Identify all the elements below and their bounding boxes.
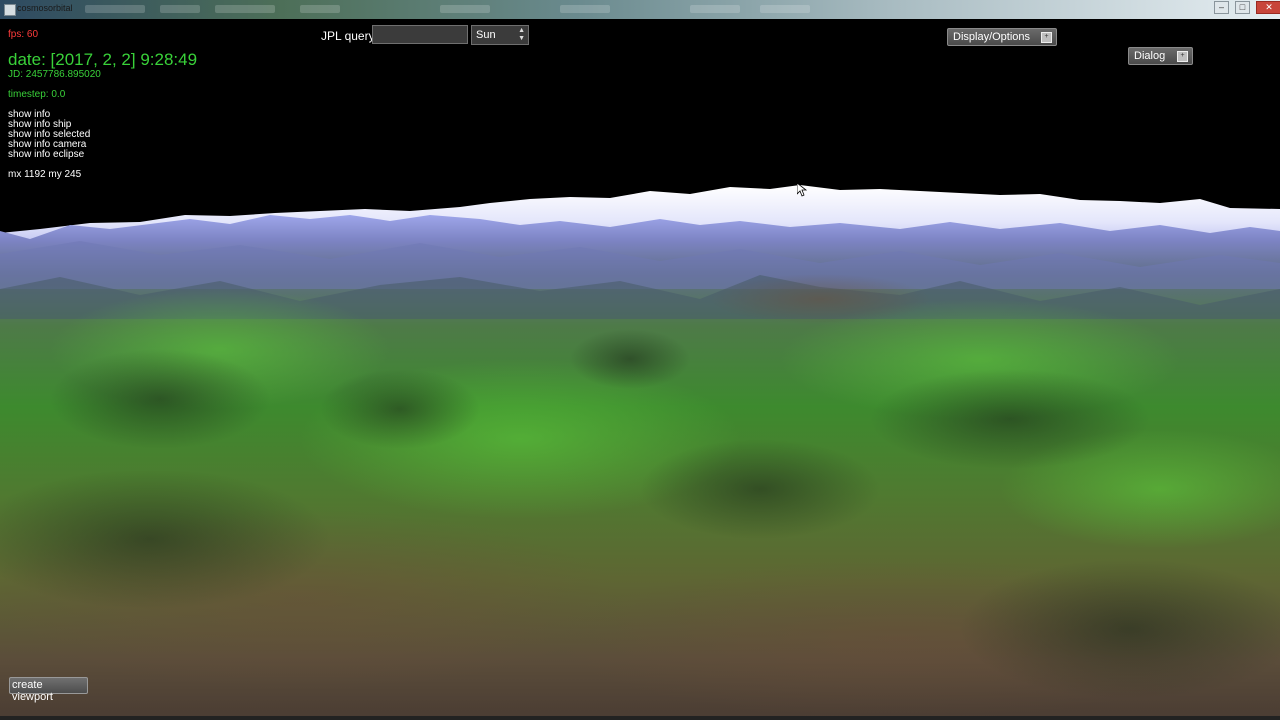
mouse-coordinates: mx 1192 my 245 [8,169,82,180]
maximize-icon[interactable]: + [1177,51,1188,62]
display-options-button[interactable]: Display/Options + [947,28,1057,46]
terrain-shadow [870,369,1150,469]
jpl-body-selected: Sun [476,29,496,41]
spin-up-icon[interactable]: ▲ [518,27,525,35]
terrain-shadow [50,349,270,449]
terrain-shadow [320,369,480,449]
show-info-eclipse-toggle[interactable]: show info eclipse [8,149,84,160]
background-tab-ghost [300,5,340,13]
window-title: cosmosorbital [17,3,73,13]
background-tab-ghost [215,5,275,13]
maximize-button[interactable]: □ [1235,1,1250,14]
close-button[interactable]: ✕ [1256,1,1280,14]
jpl-query-label: JPL query: [321,29,378,43]
app-icon [4,4,16,16]
terrain-soil [710,274,930,324]
jpl-body-select[interactable]: Sun ▲ ▼ [471,25,529,45]
taskbar-strip [0,716,1280,720]
spin-down-icon[interactable]: ▼ [518,35,525,43]
create-viewport-button[interactable]: create viewport [9,677,88,703]
fps-counter: fps: 60 [8,29,39,40]
background-tab-ghost [85,5,145,13]
minimize-button[interactable]: – [1214,1,1229,14]
jpl-query-input[interactable] [372,25,468,44]
background-tab-ghost [160,5,200,13]
background-tab-ghost [760,5,810,13]
terrain-viewport[interactable] [0,19,1280,720]
dialog-button[interactable]: Dialog + [1128,47,1193,65]
window-titlebar[interactable]: cosmosorbital – □ ✕ [0,0,1280,19]
display-options-label: Display/Options [953,31,1031,43]
sim-date: date: [2017, 2, 2] 9:28:49 [8,50,198,69]
terrain-shadow [640,439,880,539]
background-tab-ghost [690,5,740,13]
background-tab-ghost [440,5,490,13]
timestep: timestep: 0.0 [8,89,66,100]
mouse-cursor-icon [797,183,807,197]
spinner-arrows-icon[interactable]: ▲ ▼ [518,27,525,43]
terrain-shadow [570,329,690,389]
background-tab-ghost [560,5,610,13]
maximize-icon[interactable]: + [1041,32,1052,43]
julian-date: JD: 2457786.895020 [8,69,101,80]
dialog-label: Dialog [1134,50,1166,62]
